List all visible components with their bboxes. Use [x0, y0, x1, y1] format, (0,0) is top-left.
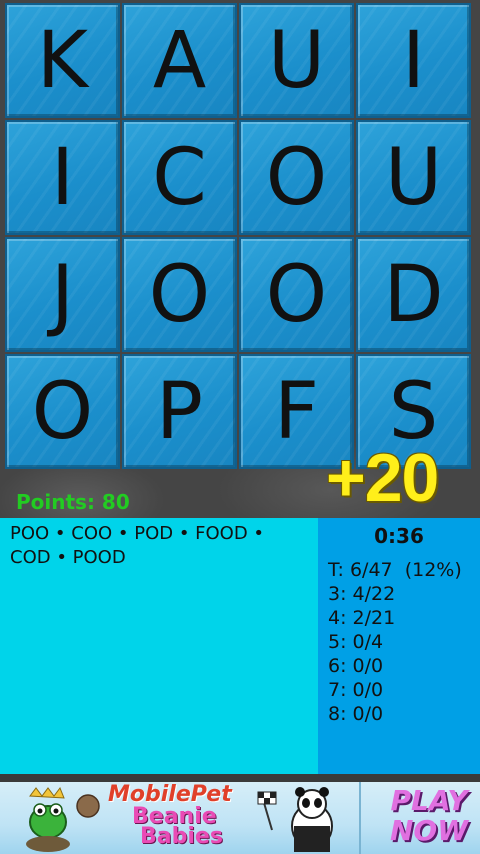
letter-tile[interactable]: O [5, 354, 120, 469]
game-board-area: K A U I I C O U J O O D O P F S Points: … [0, 0, 480, 518]
tile-letter: U [267, 15, 326, 106]
tile-letter: J [50, 249, 74, 340]
tile-letter: O [31, 366, 94, 457]
tile-letter: F [274, 366, 319, 457]
letter-tile[interactable]: K [5, 3, 120, 118]
bonus-score: +20 [326, 440, 439, 516]
letter-tile[interactable]: A [122, 3, 237, 118]
play-now-button[interactable]: PLAY NOW [390, 786, 468, 846]
tile-letter: K [36, 15, 89, 106]
stat-length-6: 6: 0/0 [328, 655, 384, 677]
letter-tile[interactable]: I [5, 120, 120, 235]
stat-length-3: 3: 4/22 [328, 583, 396, 605]
letter-tile[interactable]: O [239, 237, 354, 352]
stat-length-8: 8: 0/0 [328, 703, 384, 725]
tile-letter: S [388, 366, 439, 457]
tile-letter: O [148, 249, 211, 340]
found-words-list: POO • COO • POD • FOOD • COD • POOD [10, 523, 265, 568]
letter-tile[interactable]: O [239, 120, 354, 235]
tile-letter: A [152, 15, 207, 106]
timer: 0:36 [374, 524, 424, 548]
tile-letter: O [265, 249, 328, 340]
tile-letter: P [155, 366, 204, 457]
letter-tile[interactable]: P [122, 354, 237, 469]
play-now-line2: NOW [390, 814, 469, 847]
tile-letter: O [265, 132, 328, 223]
found-words-panel: POO • COO • POD • FOOD • COD • POOD [0, 518, 318, 774]
stat-total: T: 6/47 (12%) [328, 559, 462, 581]
tile-letter: U [384, 132, 443, 223]
ad-product-line2: Babies [140, 824, 223, 849]
letter-tile[interactable]: J [5, 237, 120, 352]
tile-letter: I [50, 132, 74, 223]
letter-tile[interactable]: C [122, 120, 237, 235]
letter-tile[interactable]: D [356, 237, 471, 352]
stat-length-7: 7: 0/0 [328, 679, 384, 701]
letter-grid: K A U I I C O U J O O D O P F S [5, 3, 475, 471]
letter-tile[interactable]: U [239, 3, 354, 118]
tile-letter: I [401, 15, 425, 106]
letter-tile[interactable]: U [356, 120, 471, 235]
stat-length-5: 5: 0/4 [328, 631, 384, 653]
tile-letter: C [152, 132, 207, 223]
stat-length-4: 4: 2/21 [328, 607, 396, 629]
ad-banner[interactable]: MobilePet Beanie Babies PLAY NOW [0, 782, 480, 854]
divider [0, 774, 480, 782]
tile-letter: D [383, 249, 444, 340]
letter-tile[interactable]: I [356, 3, 471, 118]
play-now-line1: PLAY [390, 784, 468, 817]
points-label: Points: 80 [16, 490, 130, 514]
stats-panel: 0:36 T: 6/47 (12%) 3: 4/22 4: 2/21 5: 0/… [318, 518, 480, 774]
letter-tile[interactable]: O [122, 237, 237, 352]
